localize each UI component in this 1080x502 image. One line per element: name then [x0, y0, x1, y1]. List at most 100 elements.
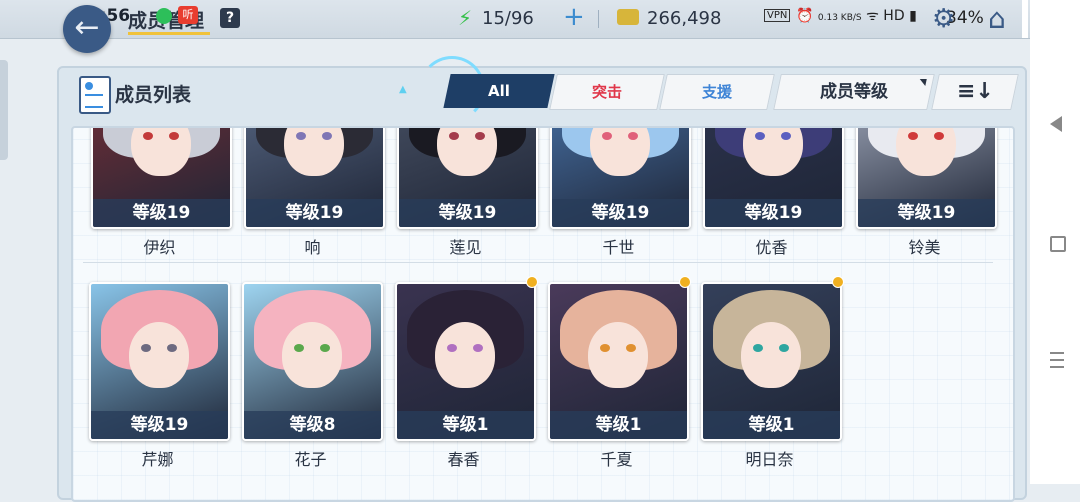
face-shape: [129, 322, 189, 388]
panel-title: 成员列表: [115, 84, 192, 106]
face-shape: [131, 128, 191, 176]
vpn-indicator: VPN: [764, 9, 791, 22]
student-level: 等级1: [550, 411, 687, 439]
tab-striker-label: 突击: [591, 83, 622, 101]
eye-shape: [934, 132, 944, 140]
tab-all[interactable]: All: [443, 74, 555, 108]
sort-order-button[interactable]: ≡↓: [931, 74, 1019, 110]
student-name: 伊织: [143, 238, 176, 257]
top-bar: 02:56 成员管理 听 ? ⚡ 15/96 + 266,498 VPN ⏰ 0…: [0, 0, 1080, 39]
student-portrait: 等级1: [395, 282, 536, 441]
eye-shape: [473, 344, 483, 352]
tab-special-label: 支援: [701, 83, 732, 101]
nav-home-icon[interactable]: [1050, 236, 1066, 252]
eye-shape: [779, 344, 789, 352]
student-level: 等级1: [397, 411, 534, 439]
add-ap-button[interactable]: +: [563, 2, 585, 32]
row-divider: [83, 262, 993, 263]
student-card[interactable]: 等级19 响: [244, 128, 385, 258]
student-name: 花子: [294, 450, 327, 469]
sort-dropdown[interactable]: 成员等级: [773, 74, 935, 110]
student-portrait: 等级1: [701, 282, 842, 441]
eye-shape: [294, 344, 304, 352]
sort-order-icon: ≡↓: [956, 79, 994, 104]
triangle-deco-icon: ▲: [399, 84, 407, 95]
student-portrait: 等级19: [397, 128, 538, 229]
face-shape: [282, 322, 342, 388]
student-card[interactable]: 等级1 千夏: [548, 276, 691, 470]
face-shape: [435, 322, 495, 388]
eye-shape: [296, 132, 306, 140]
left-edge-handle: [0, 60, 8, 160]
student-portrait: 等级19: [856, 128, 997, 229]
nav-menu-icon[interactable]: [1050, 352, 1064, 373]
face-shape: [590, 128, 650, 176]
eye-shape: [908, 132, 918, 140]
student-level: 等级8: [244, 411, 381, 439]
student-card[interactable]: 等级19 莲见: [397, 128, 538, 258]
student-level: 等级19: [93, 199, 230, 227]
student-card[interactable]: 等级19 优香: [703, 128, 844, 258]
student-level: 等级19: [246, 199, 383, 227]
home-icon[interactable]: ⌂: [988, 2, 1006, 35]
network-speed: 0.13 KB/S: [817, 13, 862, 23]
student-name: 优香: [755, 238, 788, 257]
student-grid[interactable]: 等级19 伊织 等级19 响等级19 莲见 等级19 千世 等级19 优香 等级19 铃美 等级19…: [71, 126, 1015, 502]
eye-shape: [167, 344, 177, 352]
student-portrait: 等级19: [703, 128, 844, 229]
student-card[interactable]: 等级8 花子: [242, 282, 383, 470]
student-card[interactable]: 等级1 明日奈: [701, 276, 844, 470]
student-portrait: 等级1: [548, 282, 689, 441]
student-portrait: 等级19: [244, 128, 385, 229]
ap-counter: 15/96: [482, 8, 534, 29]
eye-shape: [626, 344, 636, 352]
face-shape: [588, 322, 648, 388]
arrow-left-icon: ←: [74, 10, 100, 45]
eye-shape: [447, 344, 457, 352]
student-card[interactable]: 等级19 铃美: [856, 128, 997, 258]
student-card[interactable]: 等级19 芹娜: [89, 282, 230, 470]
eye-shape: [449, 132, 459, 140]
student-level: 等级19: [858, 199, 995, 227]
gear-icon[interactable]: ⚙: [932, 4, 955, 34]
eye-shape: [143, 132, 153, 140]
eye-shape: [755, 132, 765, 140]
screen-edge: [1022, 0, 1028, 38]
nav-back-icon[interactable]: [1050, 116, 1062, 132]
listen-app-icon: 听: [178, 6, 198, 24]
student-card[interactable]: 等级1 春香: [395, 276, 538, 470]
eye-shape: [600, 344, 610, 352]
face-shape: [437, 128, 497, 176]
member-list-icon: [79, 76, 111, 114]
student-name: 响: [304, 238, 321, 257]
student-name: 春香: [447, 450, 480, 469]
back-button[interactable]: ←: [63, 5, 111, 53]
ap-lightning-icon: ⚡: [458, 6, 473, 30]
student-card[interactable]: 等级19 千世: [550, 128, 691, 258]
student-card[interactable]: 等级19 伊织: [91, 128, 232, 258]
android-nav-bar: [1030, 0, 1080, 484]
face-shape: [741, 322, 801, 388]
new-indicator-dot: [832, 276, 844, 288]
student-level: 等级19: [552, 199, 689, 227]
eye-shape: [141, 344, 151, 352]
tab-striker[interactable]: 突击: [549, 74, 665, 110]
student-portrait: 等级19: [91, 128, 232, 229]
student-name: 芹娜: [141, 450, 174, 469]
panel-header: 成员列表 ▲ All 突击 支援 成员等级 ≡↓: [59, 56, 1025, 122]
student-portrait: 等级19: [550, 128, 691, 229]
eye-shape: [320, 344, 330, 352]
tab-all-label: All: [488, 82, 510, 100]
eye-shape: [628, 132, 638, 140]
credit-counter: 266,498: [647, 8, 722, 29]
sort-label: 成员等级: [820, 82, 888, 102]
student-name: 千世: [602, 238, 635, 257]
new-indicator-dot: [679, 276, 691, 288]
student-name: 铃美: [908, 238, 941, 257]
help-button[interactable]: ?: [220, 8, 240, 28]
tab-special[interactable]: 支援: [659, 74, 775, 110]
eye-shape: [475, 132, 485, 140]
face-shape: [284, 128, 344, 176]
title-underline: [128, 32, 210, 35]
credit-icon: [617, 9, 639, 25]
